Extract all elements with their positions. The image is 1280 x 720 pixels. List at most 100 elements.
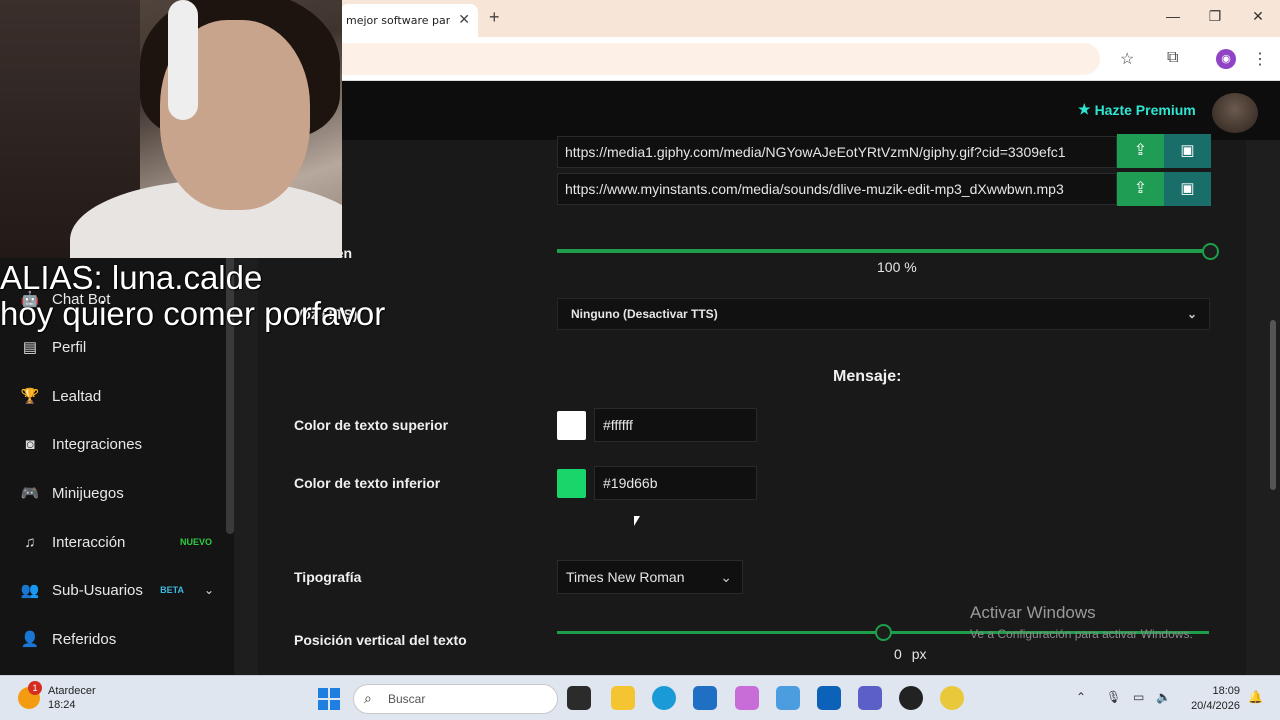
url-omnibox[interactable]	[340, 43, 1100, 75]
notification-badge: 1	[28, 681, 42, 695]
chevron-down-icon: ⌄	[720, 569, 732, 585]
teams-icon[interactable]	[858, 686, 882, 710]
chevron-down-icon: ⌄	[1186, 307, 1197, 321]
new-badge: NUEVO	[179, 537, 212, 547]
gif-url-input[interactable]: https://media1.giphy.com/media/NGYowAJeE…	[557, 136, 1117, 168]
stream-alias-text: ALIAS: luna.calde	[0, 259, 263, 296]
sidebar-item-label: Interacción	[52, 533, 126, 551]
sidebar-item-label: Minijuegos	[52, 484, 124, 502]
webcam-overlay	[0, 0, 342, 258]
new-tab-button[interactable]: +	[489, 7, 500, 28]
close-window-button[interactable]: ✕	[1248, 8, 1268, 25]
trophy-icon: 🏆	[20, 388, 40, 405]
message-section-title: Mensaje:	[833, 368, 902, 385]
top-color-label: Color de texto superior	[294, 417, 449, 433]
taskbar-clock[interactable]: 18:09 20/4/2026	[1188, 684, 1240, 714]
star-icon: ★	[1078, 101, 1091, 117]
clock-date: 20/4/2026	[1191, 700, 1240, 712]
maximize-button[interactable]: ❐	[1205, 8, 1225, 25]
users-icon: 👥	[20, 582, 40, 599]
sidebar-item-interaccion[interactable]: ♫ Interacción NUEVO	[20, 530, 220, 554]
weather-widget[interactable]: 1 Atardecer 18:24	[18, 681, 96, 712]
volume-slider[interactable]	[557, 249, 1211, 253]
taskbar-search[interactable]: ⌕ Buscar	[353, 684, 558, 714]
file-explorer-icon[interactable]	[611, 686, 635, 710]
obs-icon[interactable]	[899, 686, 923, 710]
sidebar-item-referidos[interactable]: 👤 Referidos	[20, 627, 220, 651]
notifications-icon[interactable]: 🔔	[1248, 690, 1263, 704]
volume-slider-thumb[interactable]	[1202, 243, 1219, 260]
music-icon: ♫	[24, 533, 36, 551]
page-scrollbar[interactable]	[1270, 320, 1276, 490]
tts-select[interactable]: Ninguno (Desactivar TTS) ⌄	[557, 298, 1210, 330]
font-select[interactable]: Times New Roman ⌄	[557, 560, 743, 594]
m365-icon[interactable]	[776, 686, 800, 710]
network-icon[interactable]: ▭	[1133, 690, 1144, 704]
gallery-sound-button[interactable]: ▣	[1164, 172, 1211, 206]
upload-gif-button[interactable]: ⇪	[1117, 134, 1164, 168]
weather-time: 18:24	[48, 699, 76, 711]
chevron-up-icon[interactable]: ⌃	[1076, 690, 1086, 704]
top-color-input[interactable]: #ffffff	[594, 408, 757, 442]
premium-label: Hazte Premium	[1094, 101, 1196, 118]
stream-message-text: hoy quiero comer porfavor	[0, 295, 386, 332]
sidebar-item-label: Perfil	[52, 338, 87, 356]
sidebar-item-label: Referidos	[52, 630, 117, 648]
edge-icon[interactable]	[652, 686, 676, 710]
user-group-icon: 👤	[20, 631, 40, 648]
gallery-gif-button[interactable]: ▣	[1164, 134, 1211, 168]
weather-title: Atardecer	[48, 685, 96, 697]
vertical-slider-thumb[interactable]	[875, 624, 892, 641]
font-selected: Times New Roman	[566, 569, 685, 585]
profile-icon[interactable]: ◉	[1216, 49, 1236, 69]
sound-url-input[interactable]: https://www.myinstants.com/media/sounds/…	[557, 173, 1117, 205]
task-view-icon[interactable]	[567, 686, 591, 710]
premium-link[interactable]: ★ Hazte Premium	[1078, 101, 1196, 118]
chevron-down-icon[interactable]: ⌄	[204, 583, 214, 597]
browser-tab[interactable]: mejor software para ✕	[340, 4, 478, 37]
volume-icon[interactable]: 🔈	[1156, 690, 1171, 704]
activate-windows-title: Activar Windows	[970, 603, 1096, 622]
bottom-color-label: Color de texto inferior	[294, 475, 441, 491]
copilot-icon[interactable]	[735, 686, 759, 710]
sidebar-item-integraciones[interactable]: ◙ Integraciones	[20, 432, 220, 456]
tab-title: mejor software para	[346, 14, 450, 27]
menu-icon[interactable]: ⋮	[1252, 49, 1268, 69]
tts-selected: Ninguno (Desactivar TTS)	[571, 307, 718, 321]
sun-icon: 1	[18, 681, 42, 709]
outlook-icon[interactable]	[817, 686, 841, 710]
avatar[interactable]	[1212, 93, 1258, 133]
top-color-swatch[interactable]	[557, 411, 586, 440]
volume-unit: %	[904, 259, 917, 275]
mouse-cursor	[634, 516, 640, 526]
sidebar-item-perfil[interactable]: ▤ Perfil	[20, 335, 220, 359]
chrome-icon[interactable]	[940, 686, 964, 710]
sidebar-item-label: Lealtad	[52, 387, 102, 405]
sidebar-item-minijuegos[interactable]: 🎮 Minijuegos	[20, 481, 220, 505]
id-card-icon: ▤	[22, 339, 38, 356]
vertical-unit: px	[911, 646, 927, 662]
taskbar: 1 Atardecer 18:24 ⌕ Buscar ⌃ 🎙 ▭ 🔈 18:09…	[0, 675, 1280, 720]
windows-start-icon[interactable]	[318, 688, 340, 710]
activate-windows-subtitle: Ve a Configuración para activar Windows.	[970, 627, 1193, 641]
bottom-color-input[interactable]: #19d66b	[594, 466, 757, 500]
beta-badge: BETA	[160, 585, 184, 595]
search-icon: ⌕	[364, 690, 372, 706]
minimize-button[interactable]: —	[1163, 8, 1183, 24]
vertical-value: 0	[894, 646, 902, 662]
volume-value: 100	[877, 259, 901, 275]
upload-sound-button[interactable]: ⇪	[1117, 172, 1164, 206]
store-icon[interactable]	[693, 686, 717, 710]
sidebar-item-label: Integraciones	[52, 435, 143, 453]
vertical-position-label: Posición vertical del texto	[294, 632, 467, 648]
microphone-icon[interactable]: 🎙	[1106, 690, 1121, 704]
sidebar-item-lealtad[interactable]: 🏆 Lealtad	[20, 384, 220, 408]
bottom-color-swatch[interactable]	[557, 469, 586, 498]
close-tab-icon[interactable]: ✕	[458, 12, 470, 28]
screen: mejor software para ✕ + — ❐ ✕ ☆ ⧉ ⋮ ◉ ★ …	[0, 0, 1280, 720]
headset	[168, 0, 198, 120]
sidebar-item-sub-usuarios[interactable]: 👥 Sub-Usuarios BETA ⌄	[20, 578, 220, 602]
extensions-icon[interactable]: ⧉	[1167, 49, 1178, 67]
star-icon[interactable]: ☆	[1120, 49, 1134, 69]
discord-icon: ◙	[25, 435, 35, 453]
